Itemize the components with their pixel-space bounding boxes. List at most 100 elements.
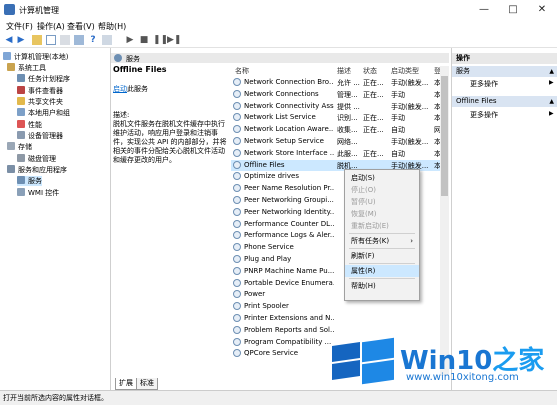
menu-help[interactable]: 帮助(H) [98, 21, 126, 32]
close-button[interactable]: ✕ [528, 0, 556, 20]
show-hide-tree-icon[interactable] [46, 35, 56, 45]
service-row[interactable]: Network List Service 识别... 正在... 手动本 [231, 112, 449, 123]
submenu-arrow-icon: ▶ [549, 79, 554, 86]
service-gear-icon [233, 302, 241, 311]
service-gear-icon [233, 349, 241, 358]
services-gear-icon [114, 54, 122, 62]
pause-service-icon[interactable]: ❚❚ [153, 35, 168, 45]
collapse-arrow-icon[interactable]: ▲ [549, 96, 554, 107]
service-gear-icon [233, 196, 241, 204]
services-gear-icon [17, 176, 25, 184]
actions-title: 操作 [452, 53, 557, 64]
stop-service-icon[interactable]: ■ [139, 35, 149, 45]
tab-extended[interactable]: 扩展 [115, 378, 137, 390]
service-status: 正在... [363, 149, 384, 158]
service-row[interactable]: Network Connectivity Ass... 提供 ... 手动(触发..… [231, 101, 449, 112]
service-name: Peer Networking Groupi... [244, 196, 334, 204]
service-row[interactable]: Network Setup Service 网络... 手动(触发... 本 [231, 136, 449, 147]
context-menu-item[interactable]: 恢复(M) [345, 208, 419, 220]
collapse-arrow-icon[interactable]: ▲ [549, 66, 554, 77]
tree-item-local-users[interactable]: 本地用户和组 [17, 108, 70, 118]
back-arrow-icon[interactable]: ◀ [4, 35, 14, 45]
column-name[interactable]: 名称 [235, 66, 249, 76]
service-name: Power [244, 290, 266, 299]
restart-service-icon[interactable]: ▶❚ [167, 35, 181, 45]
action-more-actions-offline-files[interactable]: 更多操作 [470, 110, 498, 120]
service-gear-icon [233, 101, 241, 110]
forward-arrow-icon[interactable]: ▶ [16, 35, 26, 45]
tree-item-task-scheduler[interactable]: 任务计划程序 [17, 74, 70, 84]
service-name: Optimize drives [244, 172, 299, 181]
service-row[interactable]: Network Location Aware... 收集... 正在... 自动网 [231, 124, 449, 135]
menu-view[interactable]: 查看(V) [67, 21, 95, 32]
tree-item-shared-folders[interactable]: 共享文件夹 [17, 97, 63, 107]
service-gear-icon [233, 337, 241, 346]
tab-standard[interactable]: 标准 [136, 378, 158, 390]
menu-file[interactable]: 文件(F) [6, 21, 33, 32]
status-bar: 打开当前所选内容的属性对话框。 [0, 390, 557, 405]
toolbar: ◀ ▶ ? ▶ ■ ❚❚ ▶❚ [0, 33, 557, 48]
service-name: Performance Counter DL... [244, 219, 334, 228]
maximize-button[interactable]: □ [499, 0, 527, 20]
context-menu-item[interactable]: 启动(S) [345, 172, 419, 184]
service-startup-type: 手动(触发... [391, 79, 429, 87]
disk-icon [17, 154, 25, 162]
tree-item-event-viewer[interactable]: 事件查看器 [17, 86, 63, 96]
column-status[interactable]: 状态 [363, 66, 377, 76]
service-row[interactable]: Printer Extensions and N... [231, 313, 449, 324]
properties-icon[interactable] [102, 35, 112, 45]
actions-group-services[interactable]: 服务 ▲ [452, 66, 557, 77]
service-name: Portable Device Enumera... [244, 278, 334, 287]
service-startup-type: 手动(触发... [391, 102, 429, 111]
context-menu-item[interactable]: 暂停(U) [345, 196, 419, 208]
context-menu-item[interactable]: 停止(O) [345, 184, 419, 196]
service-description: 此服... [337, 149, 358, 158]
win10-watermark: Win10之家 www.win10xitong.com [322, 337, 557, 388]
start-service-link[interactable]: 启动 [113, 85, 127, 93]
actions-group-label: 服务 [456, 67, 470, 75]
start-service-icon[interactable]: ▶ [125, 35, 135, 45]
tree-item-performance[interactable]: 性能 [17, 120, 42, 130]
windows-logo-tile [362, 359, 394, 385]
context-menu-item[interactable]: 帮助(H) [345, 280, 419, 292]
tree-item-computer[interactable]: 计算机管理(本地) [3, 52, 68, 62]
action-more-actions-services[interactable]: 更多操作 [470, 79, 498, 89]
tree-item-services[interactable]: 服务 [17, 176, 42, 186]
service-name: Peer Networking Identity... [244, 207, 334, 216]
help-icon[interactable]: ? [88, 35, 98, 45]
service-row[interactable]: Network Store Interface ... 此服... 正在... 自动本 [231, 148, 449, 159]
service-gear-icon [233, 255, 241, 263]
context-menu-item[interactable]: 重新启动(E) [345, 220, 419, 232]
context-menu-item[interactable]: 所有任务(K) › [345, 235, 419, 247]
tree-item-disk-management[interactable]: 磁盘管理 [17, 154, 56, 164]
menu-action[interactable]: 操作(A) [37, 21, 65, 32]
actions-group-offline-files[interactable]: Offline Files ▲ [452, 96, 557, 107]
service-gear-icon [233, 125, 241, 134]
service-row[interactable]: Network Connection Bro... 允许 ... 正在... 手动(触… [231, 77, 449, 88]
tree-item-wmi[interactable]: WMI 控件 [17, 188, 59, 198]
service-name: Network Location Aware... [244, 125, 334, 134]
service-gear-icon [233, 184, 241, 193]
export-list-icon[interactable] [60, 35, 70, 45]
start-service-line: 启动此服务 [113, 85, 230, 94]
tree-item-storage[interactable]: 存储 [7, 142, 32, 152]
context-menu-item[interactable]: 属性(R) [345, 265, 419, 277]
context-menu-label: 停止(O) [351, 186, 376, 194]
service-row[interactable]: Print Spooler [231, 301, 449, 312]
tree-item-device-manager[interactable]: 设备管理器 [17, 131, 63, 141]
tree-item-system-tools[interactable]: 系统工具 [7, 63, 46, 73]
window-title: 计算机管理 [19, 6, 59, 15]
tree-item-services-apps[interactable]: 服务和应用程序 [7, 165, 67, 175]
scrollbar-thumb[interactable] [441, 76, 448, 196]
refresh-icon[interactable] [74, 35, 84, 45]
service-row[interactable]: Problem Reports and Sol... [231, 325, 449, 336]
column-startup-type[interactable]: 启动类型 [391, 66, 419, 76]
column-description[interactable]: 描述 [337, 66, 351, 76]
minimize-button[interactable]: — [470, 0, 498, 20]
actions-group-label: Offline Files [456, 97, 497, 105]
service-startup-type: 自动 [391, 126, 405, 135]
context-menu-item[interactable]: 刷新(F) [345, 250, 419, 262]
start-service-suffix: 此服务 [127, 85, 148, 93]
service-row[interactable]: Network Connections 管理... 正在... 手动本 [231, 89, 449, 100]
up-folder-icon[interactable] [32, 35, 42, 45]
